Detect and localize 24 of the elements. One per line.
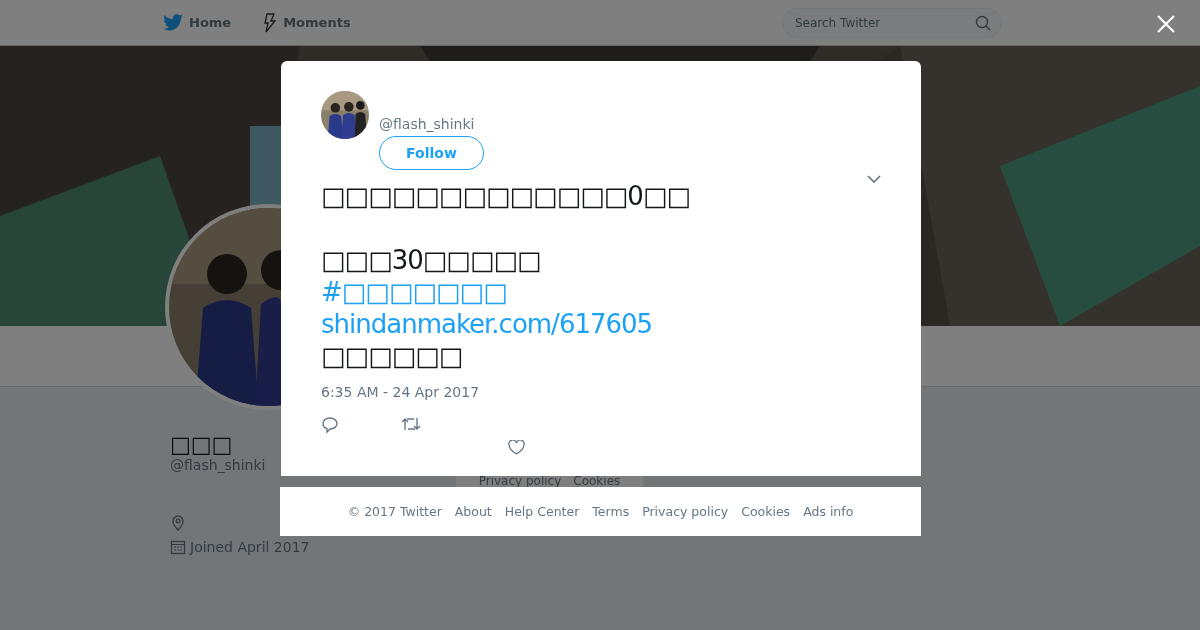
calendar-icon [170,539,186,555]
profile-handle: @flash_shinki [170,457,266,473]
tweet-timestamp: 6:35 AM - 24 Apr 2017 [321,384,481,400]
joined-date: Joined April 2017 [190,539,310,555]
search-field[interactable]: Search Twitter [782,7,1002,38]
nav-link[interactable]: Home [163,14,232,31]
heart-icon[interactable] [508,440,525,455]
reply-icon[interactable] [321,416,339,434]
bird-icon [163,14,183,31]
lightning-icon [263,12,278,33]
footer-link[interactable]: Terms [592,504,630,519]
profile-name: □□□ [170,432,233,457]
footer-link[interactable]: About [454,504,492,519]
close-icon[interactable] [1156,14,1176,34]
nav-link[interactable]: Moments [263,12,351,33]
retweet-icon[interactable] [401,416,421,432]
location-icon [170,515,186,531]
footer-link[interactable]: Cookies [741,504,791,519]
footer-link[interactable]: Help Center [504,504,580,519]
footer-link[interactable]: Ads info [803,504,854,519]
footer-link[interactable]: Privacy policy [642,504,729,519]
search-icon [975,14,991,31]
footer-link[interactable]: Cookies [573,474,621,488]
copyright-text: © 2017 Twitter [347,504,442,519]
